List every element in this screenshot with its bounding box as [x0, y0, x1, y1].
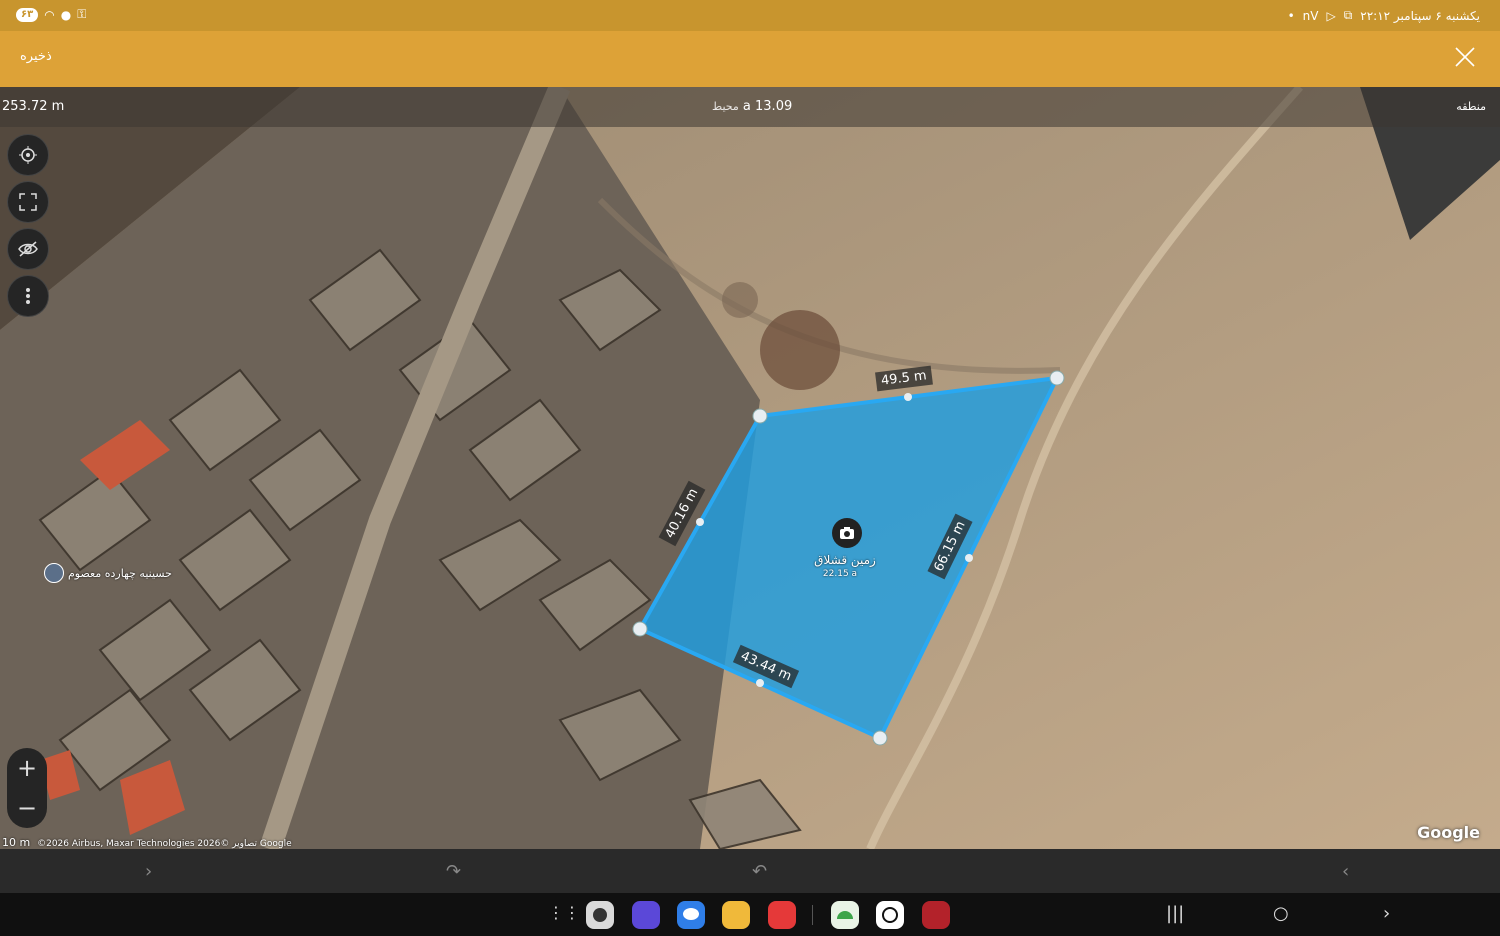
zoom-in-button[interactable]: + — [7, 748, 47, 788]
map-view[interactable]: 49.5 m 40.16 m 66.15 m 43.44 m زمین قشلا… — [0, 87, 1500, 849]
area-value: 13.09 a — [742, 99, 793, 114]
redo-icon[interactable]: ↷ — [446, 861, 461, 882]
forward-icon[interactable]: › — [145, 861, 152, 882]
locate-icon[interactable] — [7, 134, 49, 176]
status-right: یکشنبه ۶ سپتامبر ۲۲:۱۲ ⧉ ▷ nV • — [1288, 8, 1480, 23]
undo-icon[interactable]: ↶ — [752, 861, 767, 882]
browser-app[interactable] — [632, 901, 660, 929]
system-nav-bar: ⋮⋮⋮ ||| ○ › — [0, 893, 1500, 936]
nv-icon: nV — [1302, 8, 1319, 23]
area-group: 13.09 a محیط — [712, 99, 792, 114]
poi-marker[interactable]: حسینیه چهارده معصوم — [44, 563, 172, 583]
fullscreen-icon[interactable] — [7, 181, 49, 223]
back-button[interactable]: › — [1383, 903, 1390, 924]
app-bar: ذخیره — [0, 31, 1500, 87]
key-icon: ⚿ — [77, 7, 87, 21]
satellite-imagery — [0, 87, 1500, 849]
datetime: یکشنبه ۶ سپتامبر ۲۲:۱۲ — [1360, 8, 1480, 23]
chatgpt-app[interactable] — [876, 901, 904, 929]
dock-divider — [812, 905, 813, 925]
android-app[interactable] — [831, 901, 859, 929]
home-button[interactable]: ○ — [1273, 903, 1289, 924]
close-icon[interactable] — [1452, 44, 1478, 70]
status-left: ۶۳ ◠ ● ⚿ — [16, 7, 86, 22]
zoom-out-button[interactable]: − — [7, 788, 47, 828]
mosque-icon — [44, 563, 64, 583]
perimeter-value: 253.72 m — [2, 99, 65, 114]
measurement-bar: 253.72 m 13.09 a محیط منطقه — [0, 87, 1500, 127]
back-icon[interactable]: ‹ — [1342, 861, 1349, 882]
location-icon: ● — [60, 7, 72, 22]
scale-label: 10 m — [2, 836, 31, 849]
screenshot-icon: ⧉ — [1343, 8, 1353, 22]
parcel-area: 22.15 a — [822, 569, 858, 579]
zoom-control: + − — [7, 748, 47, 828]
save-button[interactable]: ذخیره — [20, 49, 52, 64]
map-app[interactable] — [922, 901, 950, 929]
dot-icon: • — [1287, 8, 1295, 23]
files-app[interactable] — [722, 901, 750, 929]
camera-app[interactable] — [586, 901, 614, 929]
recents-button[interactable]: ||| — [1166, 903, 1184, 924]
attribution-text: ©2026 Airbus, Maxar Technologies تصاویر … — [37, 839, 292, 849]
battery-indicator: ۶۳ — [16, 7, 39, 22]
more-icon[interactable] — [7, 275, 49, 317]
hide-icon[interactable] — [7, 228, 49, 270]
wifi-icon: ◠ — [44, 7, 55, 22]
status-bar: یکشنبه ۶ سپتامبر ۲۲:۱۲ ⧉ ▷ nV • ۶۳ ◠ ● ⚿ — [0, 0, 1500, 31]
notes-app[interactable] — [768, 901, 796, 929]
parcel-name: زمین قشلاق — [814, 553, 876, 567]
area-label: منطقه — [1456, 100, 1486, 113]
perimeter-label: محیط — [712, 100, 739, 113]
map-attribution: 10 m ©2026 Airbus, Maxar Technologies تص… — [2, 836, 292, 849]
edit-toolbar: › ↷ ↶ ‹ — [0, 849, 1500, 893]
play-icon: ▷ — [1326, 8, 1336, 23]
messages-app[interactable] — [677, 901, 705, 929]
google-logo: Google — [1417, 823, 1480, 842]
parcel-camera-icon[interactable] — [832, 518, 862, 548]
poi-label: حسینیه چهارده معصوم — [68, 566, 172, 580]
